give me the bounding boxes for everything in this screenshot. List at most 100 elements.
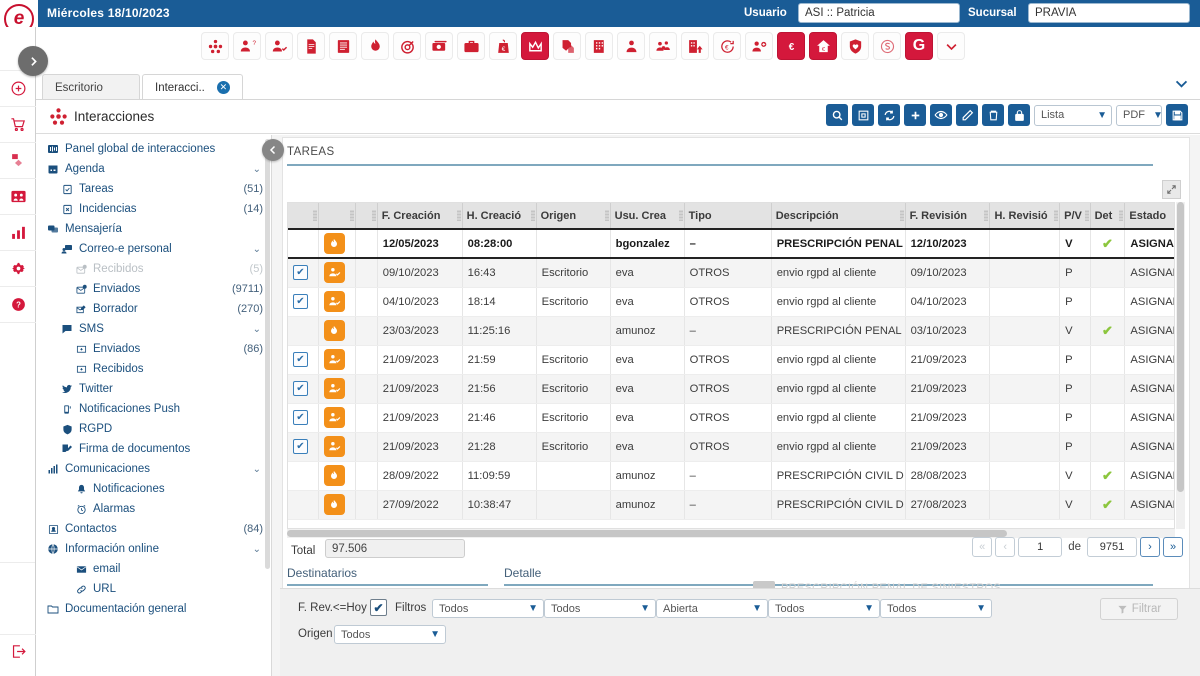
column-header-pv[interactable]: P/V [1060, 203, 1090, 229]
last-page-icon[interactable]: » [1163, 537, 1183, 557]
chevron-down-icon[interactable]: ⌄ [253, 464, 261, 475]
row-checkbox-cell[interactable] [288, 490, 318, 519]
column-resize-grip[interactable] [605, 210, 609, 221]
origen-select[interactable]: Todos ▼ [334, 625, 446, 644]
spiral-s-icon[interactable] [873, 32, 901, 60]
row-checkbox-cell[interactable] [288, 316, 318, 345]
grid-vertical-scrollbar[interactable] [1176, 202, 1185, 529]
table-row[interactable]: 23/03/202311:25:16amunoz–PRESCRIPCIÓN PE… [288, 316, 1175, 345]
tareas-grid[interactable]: F. CreaciónH. CreacióOrigenUsu. CreaTipo… [287, 202, 1175, 529]
page-number-input[interactable]: 1 [1018, 537, 1062, 557]
panel-expand-chevron-icon[interactable] [1173, 75, 1190, 92]
row-checkbox-cell[interactable]: ✔ [288, 287, 318, 316]
chart-m-icon[interactable] [521, 32, 549, 60]
navigation-sidebar[interactable]: Panel global de interaccionesAgenda⌄Tare… [36, 135, 272, 676]
view-icon[interactable] [930, 104, 952, 126]
briefcase-icon[interactable] [457, 32, 485, 60]
rail-gear-icon[interactable] [0, 251, 36, 287]
chevron-down-icon[interactable]: ⌄ [253, 544, 261, 555]
frev-checkbox[interactable]: ✔ [370, 599, 387, 616]
usuario-field[interactable]: ASI :: Patricia [798, 3, 960, 23]
table-row[interactable]: 27/09/202210:38:47amunoz–PRESCRIPCIÓN CI… [288, 490, 1175, 519]
filter-select-1[interactable]: Todos ▼ [432, 599, 544, 618]
row-checkbox-icon[interactable]: ✔ [293, 381, 308, 396]
column-header-sel[interactable] [288, 203, 318, 229]
column-header-blank[interactable] [355, 203, 377, 229]
rail-expand-toggle[interactable] [18, 46, 48, 76]
table-row[interactable]: ✔21/09/202321:56EscritorioevaOTROSenvio … [288, 374, 1175, 403]
row-checkbox-cell[interactable]: ✔ [288, 403, 318, 432]
column-header-hrevision[interactable]: H. Revisió [990, 203, 1060, 229]
row-checkbox-cell[interactable] [288, 229, 318, 258]
tab-escritorio[interactable]: Escritorio [42, 74, 140, 100]
shield-heart-icon[interactable] [841, 32, 869, 60]
building-arrow-icon[interactable] [681, 32, 709, 60]
expand-diagonal-icon[interactable] [1162, 180, 1181, 199]
refresh-euro-icon[interactable]: € [713, 32, 741, 60]
sidebar-item-firma-de-documentos[interactable]: Firma de documentos [36, 439, 271, 459]
building-icon[interactable] [585, 32, 613, 60]
column-header-estado[interactable]: Estado [1125, 203, 1175, 229]
sidebar-item-informaci-n-online[interactable]: Información online⌄ [36, 539, 271, 559]
column-resize-grip[interactable] [350, 210, 354, 221]
sidebar-item-enviados[interactable]: Enviados(9711) [36, 279, 271, 299]
first-page-icon[interactable]: « [972, 537, 992, 557]
column-header-usucrea[interactable]: Usu. Crea [610, 203, 684, 229]
team-icon[interactable] [649, 32, 677, 60]
user-question-icon[interactable]: ? [233, 32, 261, 60]
chevron-down-icon[interactable]: ⌄ [253, 324, 261, 335]
sidebar-collapse-button[interactable] [262, 139, 284, 161]
row-checkbox-icon[interactable]: ✔ [293, 410, 308, 425]
sidebar-item-notificaciones[interactable]: Notificaciones [36, 479, 271, 499]
g-letter-icon[interactable]: G [905, 32, 933, 60]
rail-home-insurance-icon[interactable] [0, 143, 36, 179]
filter-select-5[interactable]: Todos ▼ [880, 599, 992, 618]
sidebar-item-alarmas[interactable]: Alarmas [36, 499, 271, 519]
row-checkbox-cell[interactable]: ✔ [288, 345, 318, 374]
view-mode-select[interactable]: Lista ▼ [1034, 105, 1112, 126]
row-checkbox-icon[interactable]: ✔ [293, 439, 308, 454]
target-icon[interactable] [393, 32, 421, 60]
user-check-icon[interactable] [265, 32, 293, 60]
sidebar-item-contactos[interactable]: Contactos(84) [36, 519, 271, 539]
money-icon[interactable] [425, 32, 453, 60]
delete-icon[interactable] [982, 104, 1004, 126]
next-page-icon[interactable]: › [1140, 537, 1160, 557]
column-resize-grip[interactable] [372, 210, 376, 221]
column-resize-grip[interactable] [1085, 210, 1089, 221]
table-row[interactable]: 12/05/202308:28:00bgonzalez–PRESCRIPCIÓN… [288, 229, 1175, 258]
rail-logout-icon[interactable] [0, 634, 36, 668]
row-checkbox-cell[interactable]: ✔ [288, 374, 318, 403]
people-plus-icon[interactable] [745, 32, 773, 60]
row-checkbox-icon[interactable]: ✔ [293, 294, 308, 309]
sidebar-item-correo-e-personal[interactable]: Correo-e personal⌄ [36, 239, 271, 259]
chevron-down-icon[interactable]: ⌄ [253, 164, 261, 175]
sidebar-item-notificaciones-push[interactable]: Notificaciones Push [36, 399, 271, 419]
app-logo[interactable]: e [0, 0, 38, 27]
column-header-type[interactable] [318, 203, 355, 229]
sidebar-item-agenda[interactable]: Agenda⌄ [36, 159, 271, 179]
add-icon[interactable] [904, 104, 926, 126]
rail-add-circle-icon[interactable] [0, 71, 36, 107]
search-icon[interactable] [826, 104, 848, 126]
row-checkbox-cell[interactable] [288, 461, 318, 490]
sidebar-scrollbar[interactable] [265, 139, 270, 569]
sidebar-item-comunicaciones[interactable]: Comunicaciones⌄ [36, 459, 271, 479]
sidebar-item-tareas[interactable]: Tareas(51) [36, 179, 271, 199]
sidebar-item-email[interactable]: email [36, 559, 271, 579]
prev-page-icon[interactable]: ‹ [995, 537, 1015, 557]
sidebar-item-enviados[interactable]: Enviados(86) [36, 339, 271, 359]
sidebar-item-borrador[interactable]: Borrador(270) [36, 299, 271, 319]
rail-people-square-icon[interactable] [0, 179, 36, 215]
sidebar-item-rgpd[interactable]: RGPD [36, 419, 271, 439]
sidebar-item-recibidos[interactable]: Recibidos [36, 359, 271, 379]
column-header-tipo[interactable]: Tipo [684, 203, 771, 229]
rail-help-icon[interactable]: ? [0, 287, 36, 323]
save-icon[interactable] [1166, 104, 1188, 126]
sidebar-item-panel-global-de-interacciones[interactable]: Panel global de interacciones [36, 139, 271, 159]
person-group-icon[interactable] [617, 32, 645, 60]
sidebar-item-sms[interactable]: SMS⌄ [36, 319, 271, 339]
export-icon[interactable] [852, 104, 874, 126]
column-resize-grip[interactable] [984, 210, 988, 221]
sidebar-item-documentaci-n-general[interactable]: Documentación general [36, 599, 271, 619]
